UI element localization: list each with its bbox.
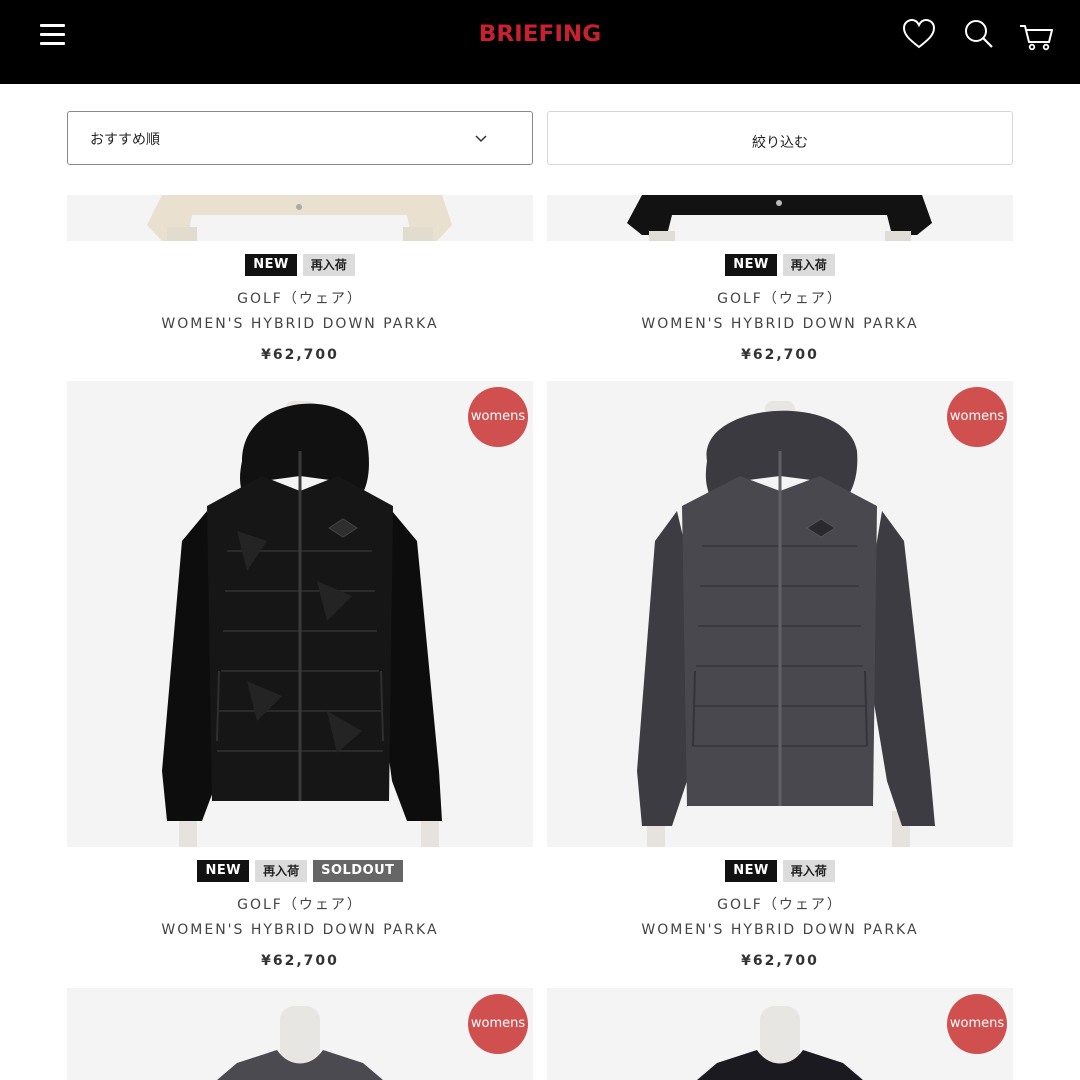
product-image[interactable] xyxy=(547,195,1013,241)
filter-button[interactable]: 絞り込む xyxy=(547,111,1013,165)
badge-group: NEW 再入荷 xyxy=(547,254,1013,276)
restock-badge: 再入荷 xyxy=(302,254,355,276)
cart-icon[interactable] xyxy=(1018,18,1054,52)
new-badge: NEW xyxy=(197,860,250,882)
badge-group: NEW 再入荷 xyxy=(67,254,533,276)
chevron-down-icon xyxy=(475,135,487,143)
search-icon[interactable] xyxy=(962,18,996,52)
product-category: GOLF（ウェア） xyxy=(237,291,363,307)
product-category: GOLF（ウェア） xyxy=(717,897,843,913)
heart-icon[interactable] xyxy=(902,18,936,52)
new-badge: NEW xyxy=(725,254,777,276)
product-name[interactable]: WOMEN'S HYBRID DOWN PARKA xyxy=(67,316,533,332)
restock-badge: 再入荷 xyxy=(255,860,308,882)
badge-group: NEW 再入荷 xyxy=(547,860,1013,882)
soldout-badge: SOLDOUT xyxy=(313,860,403,882)
site-header: BRIEFING xyxy=(0,0,1080,84)
filter-label: 絞り込む xyxy=(752,135,808,151)
product-image[interactable] xyxy=(67,381,533,847)
new-badge: NEW xyxy=(245,254,297,276)
product-name[interactable]: WOMEN'S HYBRID DOWN PARKA xyxy=(547,316,1013,332)
womens-tag: womens xyxy=(468,387,528,447)
menu-icon[interactable] xyxy=(40,24,66,46)
product-image[interactable] xyxy=(67,195,533,241)
sort-label: おすすめ順 xyxy=(90,132,160,148)
new-badge: NEW xyxy=(725,860,777,882)
restock-badge: 再入荷 xyxy=(782,254,835,276)
product-price: ¥62,700 xyxy=(741,347,819,363)
womens-tag: womens xyxy=(468,994,528,1054)
product-price: ¥62,700 xyxy=(261,953,339,969)
brand-logo[interactable]: BRIEFING xyxy=(435,22,645,47)
product-category: GOLF（ウェア） xyxy=(717,291,843,307)
product-image[interactable] xyxy=(67,988,533,1080)
product-price: ¥62,700 xyxy=(741,953,819,969)
product-image[interactable] xyxy=(547,381,1013,847)
product-name[interactable]: WOMEN'S HYBRID DOWN PARKA xyxy=(547,922,1013,938)
womens-tag: womens xyxy=(947,387,1007,447)
product-category: GOLF（ウェア） xyxy=(237,897,363,913)
product-image[interactable] xyxy=(547,988,1013,1080)
product-price: ¥62,700 xyxy=(261,347,339,363)
restock-badge: 再入荷 xyxy=(782,860,835,882)
sort-select[interactable]: おすすめ順 xyxy=(67,111,533,165)
product-name[interactable]: WOMEN'S HYBRID DOWN PARKA xyxy=(67,922,533,938)
womens-tag: womens xyxy=(947,994,1007,1054)
badge-group: NEW 再入荷 SOLDOUT xyxy=(67,860,533,882)
